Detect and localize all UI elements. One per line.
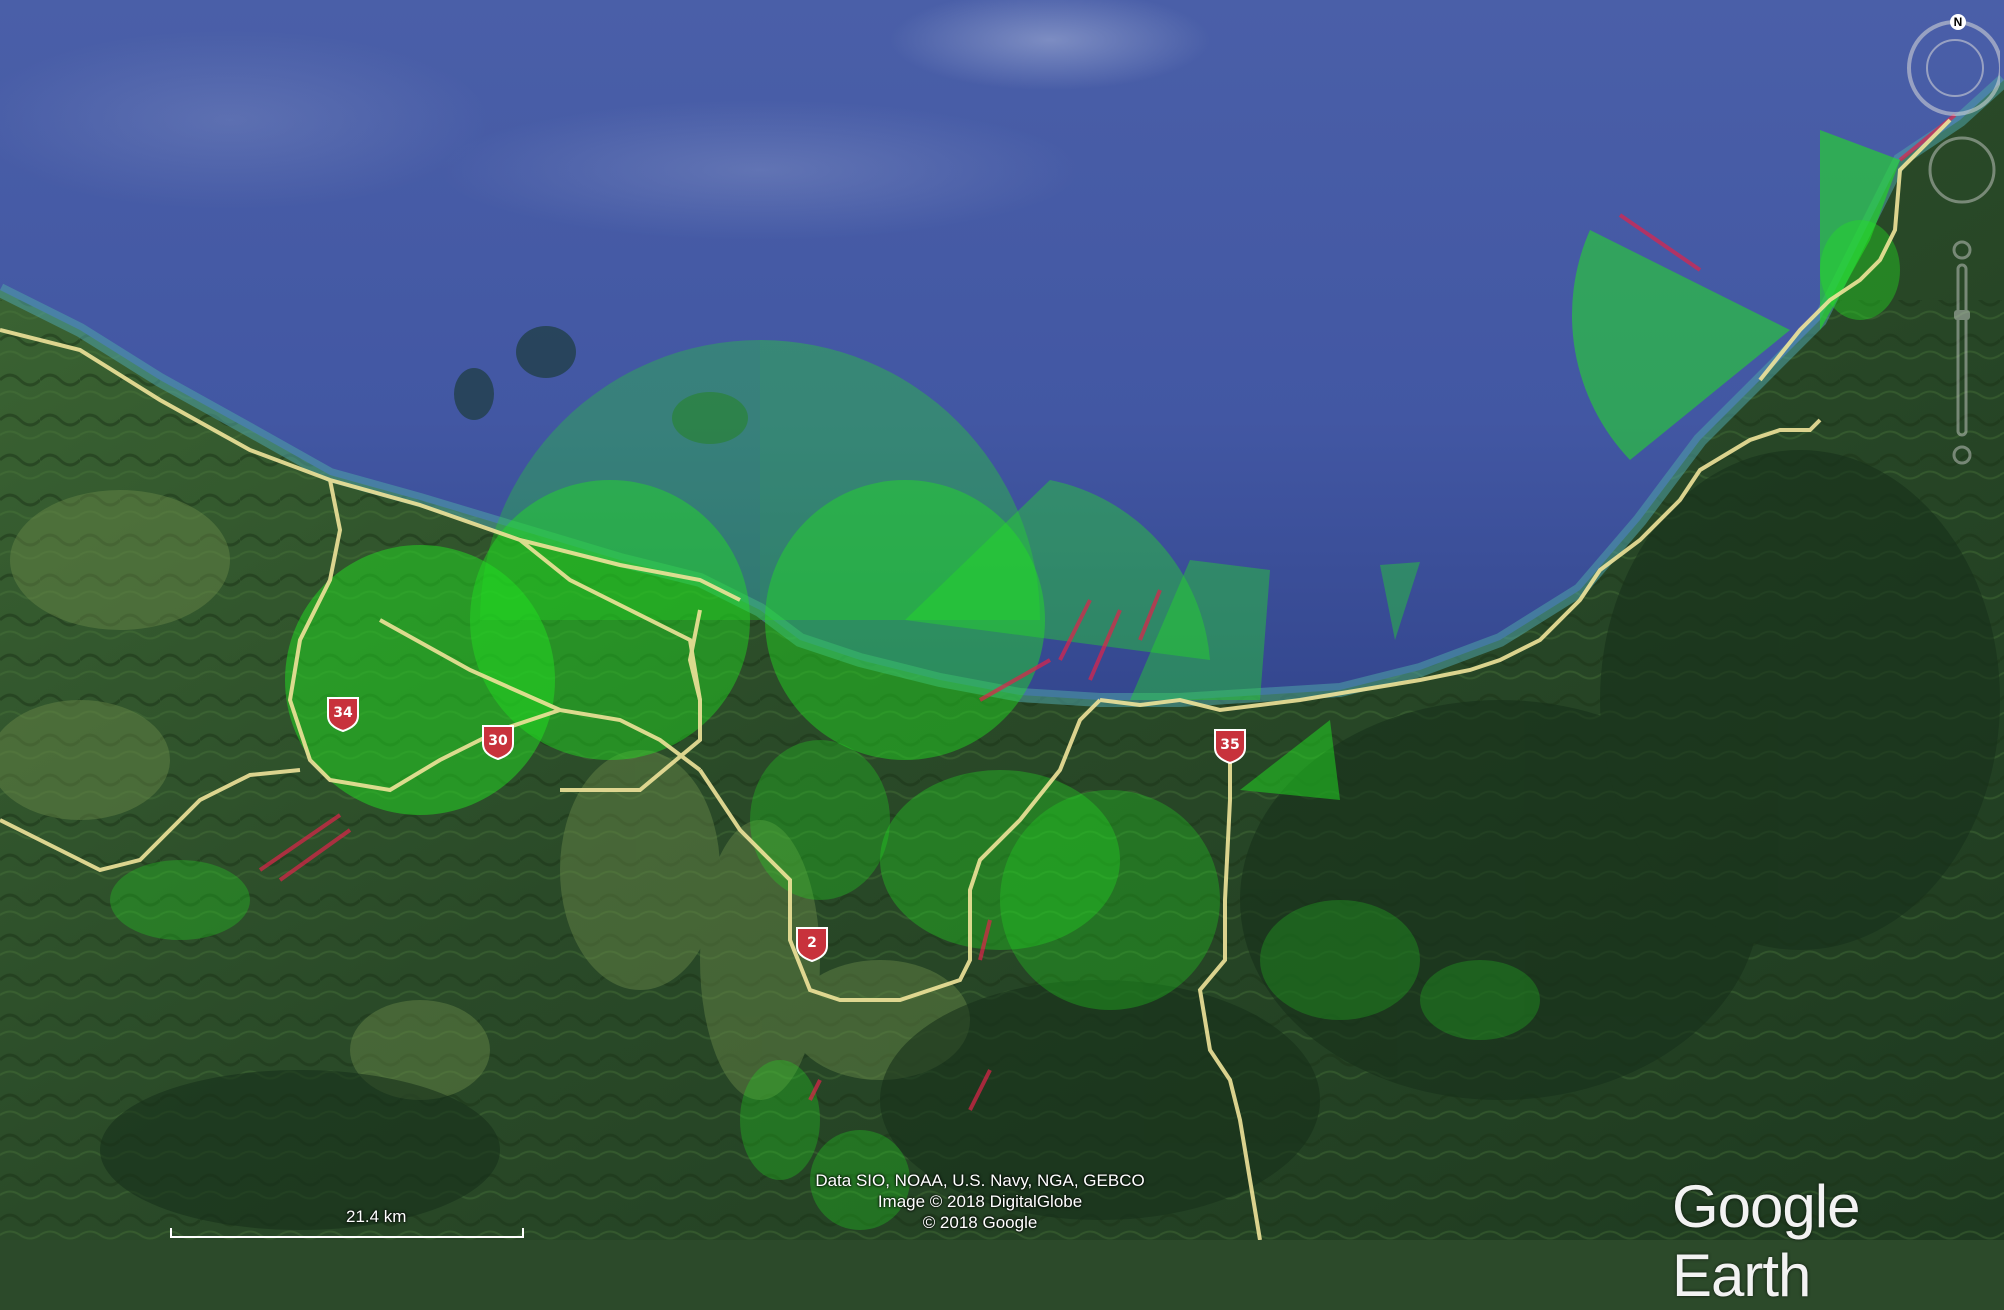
zoom-slider-thumb[interactable]	[1954, 310, 1970, 320]
route-shield-34-number: 34	[333, 705, 353, 721]
route-shield-2: 2	[796, 927, 828, 963]
route-shield-35: 35	[1214, 729, 1246, 765]
imagery-attribution: Data SIO, NOAA, U.S. Navy, NGA, GEBCO Im…	[760, 1170, 1200, 1233]
shoal	[516, 326, 576, 378]
map-view[interactable]: 34 30 2 35	[0, 0, 2004, 1240]
scale-label: 21.4 km	[346, 1207, 407, 1226]
cloud	[440, 100, 1080, 240]
compass-north-label: N	[1954, 15, 1963, 29]
route-shield-35-number: 35	[1220, 737, 1239, 753]
route-shield-34: 34	[327, 697, 359, 733]
route-shield-30: 30	[482, 725, 514, 761]
attribution-copyright: © 2018 Google	[922, 1213, 1038, 1232]
compass-ring[interactable]	[1907, 20, 2000, 116]
route-shield-30-number: 30	[488, 733, 508, 749]
navigation-controls: N	[1907, 14, 2000, 465]
route-shield-2-number: 2	[807, 935, 817, 951]
look-joystick[interactable]	[1928, 136, 1996, 204]
scale-bar	[170, 1228, 524, 1238]
zoom-slider[interactable]	[1952, 240, 1972, 465]
shoal	[454, 368, 494, 420]
attribution-data: Data SIO, NOAA, U.S. Navy, NGA, GEBCO	[815, 1171, 1145, 1190]
attribution-image: Image © 2018 DigitalGlobe	[877, 1192, 1083, 1211]
google-earth-logo: Google Earth	[1672, 1173, 1860, 1309]
